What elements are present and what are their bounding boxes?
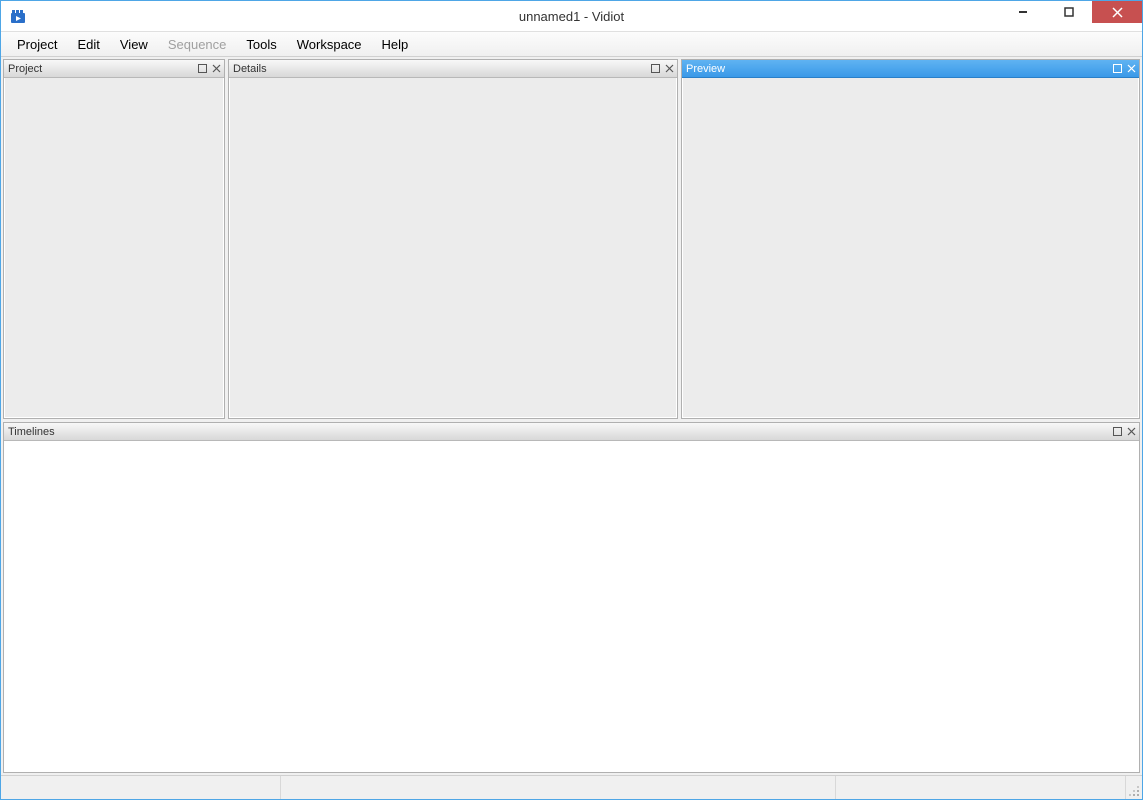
project-panel-title: Project xyxy=(8,63,196,75)
project-panel-header[interactable]: Project xyxy=(4,60,224,78)
app-icon xyxy=(9,7,27,25)
details-panel-body[interactable] xyxy=(229,78,677,418)
menu-project[interactable]: Project xyxy=(7,34,67,55)
menu-edit[interactable]: Edit xyxy=(67,34,109,55)
status-cell-1 xyxy=(1,776,281,799)
project-panel: Project xyxy=(3,59,225,419)
menu-sequence: Sequence xyxy=(158,34,237,55)
maximize-pane-icon[interactable] xyxy=(649,63,661,75)
timelines-panel-header[interactable]: Timelines xyxy=(4,423,1139,441)
close-pane-icon[interactable] xyxy=(210,63,222,75)
window-title: unnamed1 - Vidiot xyxy=(519,9,624,24)
titlebar: unnamed1 - Vidiot xyxy=(1,1,1142,31)
details-panel-header[interactable]: Details xyxy=(229,60,677,78)
project-panel-body[interactable] xyxy=(4,78,224,418)
menu-workspace[interactable]: Workspace xyxy=(287,34,372,55)
maximize-pane-icon[interactable] xyxy=(1111,426,1123,438)
minimize-button[interactable] xyxy=(1000,1,1046,23)
close-pane-icon[interactable] xyxy=(1125,426,1137,438)
menu-tools[interactable]: Tools xyxy=(236,34,286,55)
close-button[interactable] xyxy=(1092,1,1142,23)
timelines-panel: Timelines xyxy=(3,422,1140,773)
window-controls xyxy=(1000,1,1142,31)
resize-grip-icon[interactable] xyxy=(1126,776,1142,799)
preview-panel-title: Preview xyxy=(686,63,1111,75)
top-panel-row: Project Details xyxy=(3,59,1140,419)
timelines-panel-title: Timelines xyxy=(8,426,1111,438)
menu-view[interactable]: View xyxy=(110,34,158,55)
maximize-pane-icon[interactable] xyxy=(1111,63,1123,75)
maximize-pane-icon[interactable] xyxy=(196,63,208,75)
preview-panel: Preview xyxy=(681,59,1140,419)
menu-help[interactable]: Help xyxy=(372,34,419,55)
close-pane-icon[interactable] xyxy=(663,63,675,75)
preview-panel-body[interactable] xyxy=(682,78,1139,418)
statusbar xyxy=(1,775,1142,799)
details-panel-title: Details xyxy=(233,63,649,75)
status-cell-3 xyxy=(836,776,1126,799)
menubar: Project Edit View Sequence Tools Workspa… xyxy=(1,31,1142,57)
timelines-panel-body[interactable] xyxy=(4,441,1139,772)
main-area: Project Details xyxy=(1,57,1142,775)
status-cell-2 xyxy=(281,776,836,799)
preview-panel-header[interactable]: Preview xyxy=(682,60,1139,78)
details-panel: Details xyxy=(228,59,678,419)
close-pane-icon[interactable] xyxy=(1125,63,1137,75)
maximize-button[interactable] xyxy=(1046,1,1092,23)
